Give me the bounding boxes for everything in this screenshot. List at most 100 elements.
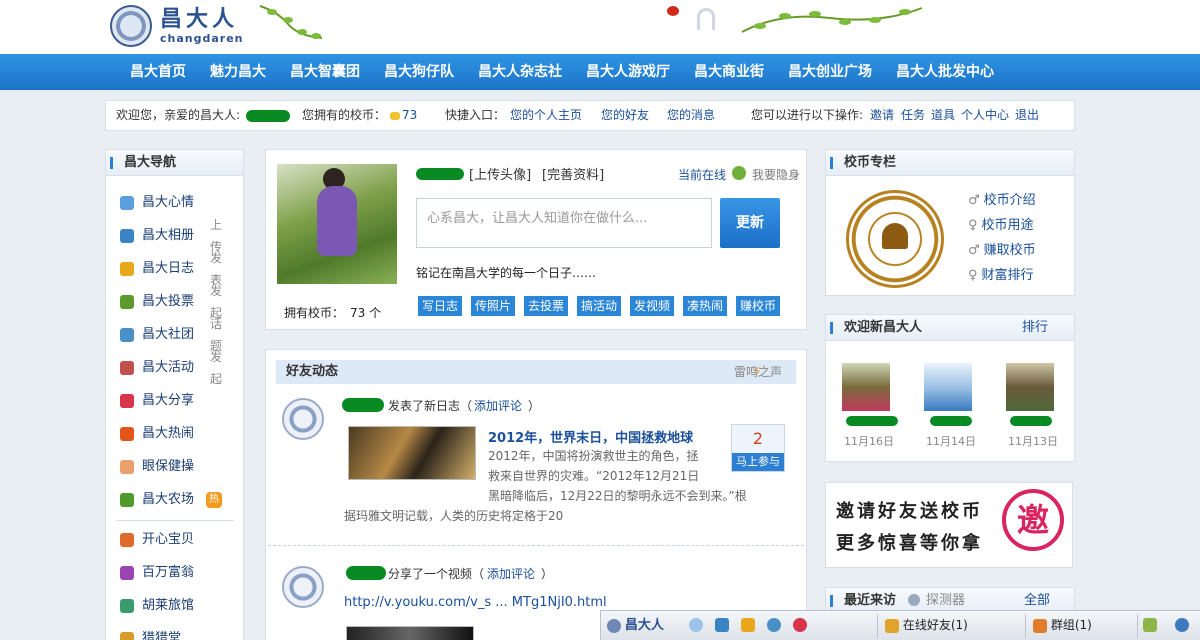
ranking-link[interactable]: 排行	[1022, 315, 1048, 341]
new-member-avatar[interactable]	[1006, 363, 1054, 411]
face-icon	[120, 460, 134, 474]
left-nav-item[interactable]: 昌大心情	[120, 192, 194, 214]
invite-friends-banner[interactable]: 邀请好友送校币 更多惊喜等你拿 邀	[825, 482, 1073, 568]
nav-item[interactable]: 昌大狗仔队	[384, 54, 454, 90]
site-logo[interactable]: 昌大人 changdaren	[110, 5, 244, 47]
journal-headline[interactable]: 2012年，世界末日，中国拯救地球	[488, 427, 693, 446]
left-nav-item[interactable]: 眼保健操	[120, 456, 194, 478]
hide-me-link[interactable]: 我要隐身	[752, 166, 800, 183]
new-member-avatar[interactable]	[924, 363, 972, 411]
join-fun-button[interactable]: 凑热闹	[683, 296, 728, 316]
site-header: 昌大人 changdaren	[0, 0, 1200, 54]
upload-photo-button[interactable]: 传照片	[471, 296, 516, 316]
earn-coins-link[interactable]: ♂ 赚取校币	[968, 239, 1036, 258]
speech-bubble-icon[interactable]	[689, 618, 703, 632]
status-input[interactable]: 心系昌大，让昌大人知道你在做什么...	[416, 198, 712, 248]
left-nav-item[interactable]: 昌大投票 发起	[120, 284, 222, 320]
thunder-voice-link[interactable]: 雷鸣之声	[734, 360, 782, 384]
online-friends-button[interactable]: 在线好友(1)	[885, 611, 968, 640]
add-comment-link[interactable]: 添加评论	[487, 565, 535, 582]
link-my-messages[interactable]: 您的消息	[667, 101, 715, 130]
nav-item[interactable]: 魅力昌大	[210, 54, 266, 90]
university-seal-icon	[110, 5, 152, 47]
group-icon[interactable]	[767, 618, 781, 632]
nav-item[interactable]: 昌大人杂志社	[478, 54, 562, 90]
left-nav-item[interactable]: 昌大活动 发起	[120, 350, 222, 386]
headphones-icon	[697, 8, 715, 30]
left-nav-item[interactable]: 昌大农场热	[120, 489, 222, 511]
user-status-icon[interactable]	[1175, 618, 1189, 632]
left-nav-item[interactable]: 开心宝贝	[120, 529, 194, 551]
left-nav-item[interactable]: 胡莱旅馆	[120, 595, 194, 617]
paw-icon	[120, 632, 134, 640]
join-date: 11月13日	[1008, 435, 1058, 448]
left-nav-item[interactable]: 昌大相册 上传	[120, 218, 222, 254]
left-nav-item[interactable]: 猎猎堂	[120, 628, 181, 640]
post-action: 分享了一个视频（	[388, 567, 485, 581]
star-icon	[120, 566, 134, 580]
participate-counter[interactable]: 2 马上参与	[731, 424, 785, 472]
coin-intro-link[interactable]: ♂ 校币介绍	[968, 189, 1036, 208]
coin-usage-link[interactable]: ♀ 校币用途	[968, 214, 1034, 233]
journal-thumbnail[interactable]	[348, 426, 476, 480]
update-button[interactable]: 更新	[720, 198, 780, 248]
new-member-avatar[interactable]	[842, 363, 890, 411]
left-nav-title: 昌大导航	[106, 150, 243, 176]
photo-album-icon[interactable]	[715, 618, 729, 632]
university-seal-icon	[282, 398, 324, 440]
university-seal-icon	[282, 566, 324, 608]
left-nav-label: 眼保健操	[142, 459, 195, 474]
upload-avatar-link[interactable]: [上传头像]	[469, 164, 531, 183]
post-video-button[interactable]: 发视频	[630, 296, 675, 316]
left-nav-sub-action[interactable]: 发起	[210, 346, 222, 390]
left-nav-label: 昌大热闹	[142, 426, 195, 441]
wealth-ranking-link[interactable]: ♀ 财富排行	[968, 264, 1034, 283]
join-date: 11月14日	[926, 435, 976, 448]
video-thumbnail[interactable]	[346, 626, 474, 640]
probe-icon	[908, 594, 920, 606]
nav-item[interactable]: 昌大商业街	[694, 54, 764, 90]
nav-item[interactable]: 昌大人游戏厅	[586, 54, 670, 90]
notes-icon[interactable]	[1143, 618, 1157, 632]
left-nav-item[interactable]: 昌大分享	[120, 390, 194, 412]
left-nav-label: 昌大活动	[142, 360, 195, 375]
left-nav-item[interactable]: 昌大日志 发表	[120, 251, 222, 287]
participant-count: 2	[752, 429, 764, 448]
vine-decoration-icon	[259, 5, 323, 39]
link-my-friends[interactable]: 您的好友	[601, 101, 649, 130]
join-now-button[interactable]: 马上参与	[732, 453, 784, 471]
user-avatar-photo[interactable]	[277, 164, 397, 284]
heart-icon[interactable]	[793, 618, 807, 632]
bottom-toolbar: 昌大人 在线好友(1) 群组(1)	[600, 610, 1200, 640]
left-nav-item[interactable]: 百万富翁	[120, 562, 194, 584]
profile-username-redacted	[416, 166, 464, 180]
left-nav-item[interactable]: 昌大热闹	[120, 423, 194, 445]
link-tasks[interactable]: 任务	[901, 101, 925, 130]
link-personal-center[interactable]: 个人中心	[961, 101, 1009, 130]
nav-item[interactable]: 昌大智囊团	[290, 54, 360, 90]
groups-button[interactable]: 群组(1)	[1033, 611, 1092, 640]
nav-item[interactable]: 昌大人批发中心	[896, 54, 994, 90]
video-link[interactable]: http://v.youku.com/v_s ... MTg1NjI0.html	[344, 595, 607, 610]
dock-logo[interactable]: 昌大人	[607, 611, 664, 640]
event-button[interactable]: 搞活动	[577, 296, 622, 316]
link-items[interactable]: 道具	[931, 101, 955, 130]
earn-coins-button[interactable]: 赚校币	[736, 296, 781, 316]
complete-info-link[interactable]: [完善资料]	[542, 164, 604, 183]
write-journal-button[interactable]: 写日志	[418, 296, 463, 316]
nav-item[interactable]: 昌大首页	[130, 54, 186, 90]
link-logout[interactable]: 退出	[1015, 101, 1039, 130]
left-nav-item[interactable]: 昌大社团 话题	[120, 317, 222, 353]
post-action: 发表了新日志（	[388, 399, 473, 413]
add-comment-link[interactable]: 添加评论	[474, 397, 522, 414]
coin-column-panel: 校币专栏 ♂ 校币介绍 ♀ 校币用途 ♂ 赚取校币 ♀ 财富排行	[825, 149, 1075, 296]
profile-panel: [上传头像] [完善资料] 当前在线 我要隐身 心系昌大，让昌大人知道你在做什么…	[265, 149, 807, 330]
coins-value: 73	[390, 101, 417, 130]
link-invite[interactable]: 邀请	[870, 101, 894, 130]
nav-item[interactable]: 昌大创业广场	[788, 54, 872, 90]
vine-decoration-icon	[741, 7, 923, 33]
link-my-homepage[interactable]: 您的个人主页	[510, 101, 582, 130]
vote-button[interactable]: 去投票	[524, 296, 569, 316]
journal-icon[interactable]	[741, 618, 755, 632]
left-nav-label: 百万富翁	[142, 565, 195, 580]
